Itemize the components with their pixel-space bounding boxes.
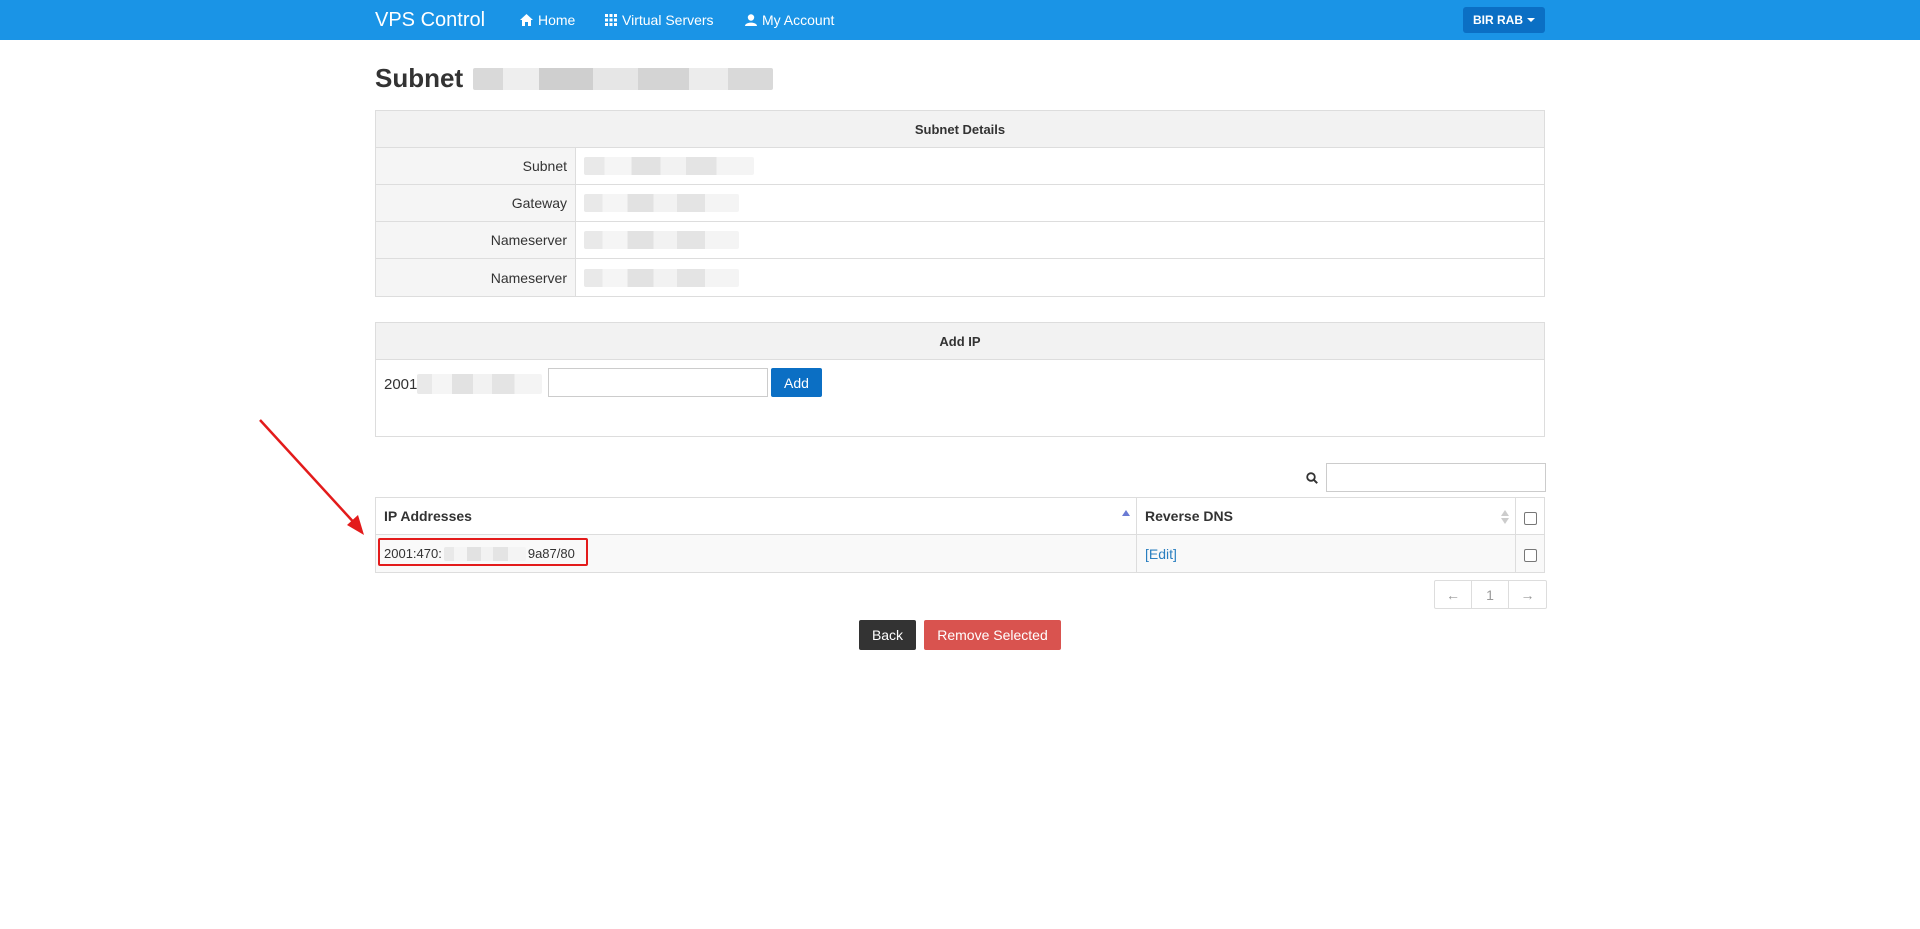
annotation-arrow-icon [259, 419, 364, 535]
prev-page-button[interactable]: ← [1435, 581, 1472, 608]
detail-value [576, 259, 1544, 296]
remove-selected-button[interactable]: Remove Selected [924, 620, 1061, 650]
detail-value [576, 222, 1544, 258]
add-ip-input[interactable] [548, 368, 768, 397]
detail-label: Gateway [376, 185, 576, 221]
table-row: 2001:470: 9a87/80 [Edit] [376, 535, 1544, 572]
redacted-prefix [417, 374, 543, 394]
column-header-label: IP Addresses [384, 508, 472, 524]
sort-ascending-icon [1122, 510, 1130, 516]
ip-address-cell: 2001:470: 9a87/80 [376, 535, 1137, 572]
nav-home-label: Home [538, 12, 576, 28]
reverse-dns-cell: [Edit] [1137, 535, 1516, 572]
select-all-cell [1516, 498, 1544, 534]
nav-virtual-servers-label: Virtual Servers [622, 12, 714, 28]
sort-both-icon [1501, 510, 1509, 524]
grid-icon [605, 14, 617, 26]
detail-row-subnet: Subnet [376, 148, 1544, 185]
search-input[interactable] [1326, 463, 1546, 492]
back-button[interactable]: Back [859, 620, 916, 650]
detail-label: Nameserver [376, 222, 576, 258]
detail-row-gateway: Gateway [376, 185, 1544, 222]
page-number-button[interactable]: 1 [1472, 581, 1509, 608]
add-ip-panel: Add IP 2001 Add [375, 322, 1545, 437]
user-icon [745, 14, 757, 26]
redacted-value [584, 157, 754, 175]
nav-my-account-label: My Account [762, 12, 835, 28]
select-all-checkbox[interactable] [1523, 511, 1537, 525]
detail-label: Nameserver [376, 259, 576, 296]
brand-logo-link[interactable]: VPS Control [375, 9, 485, 32]
pagination: ← 1 → [1434, 580, 1547, 609]
add-ip-body: 2001 Add [376, 360, 1544, 436]
detail-row-nameserver: Nameserver [376, 259, 1544, 296]
subnet-details-table: Subnet Details Subnet Gateway Nameserver… [375, 110, 1545, 297]
top-navbar: VPS Control Home Virtual Servers My Acco… [0, 0, 1920, 40]
home-icon [520, 14, 533, 26]
table-header-row: IP Addresses Reverse DNS [376, 498, 1544, 535]
ip-addresses-table: IP Addresses Reverse DNS 2001:470: 9a87/… [375, 497, 1545, 573]
detail-row-nameserver: Nameserver [376, 222, 1544, 259]
subnet-details-heading: Subnet Details [376, 111, 1544, 148]
page-title-text: Subnet [375, 63, 464, 93]
column-header-reverse-dns[interactable]: Reverse DNS [1137, 498, 1516, 534]
add-ip-button[interactable]: Add [771, 368, 822, 397]
search-icon [1306, 471, 1318, 484]
user-menu-label: BIR RAB [1473, 13, 1523, 27]
next-page-button[interactable]: → [1509, 581, 1546, 608]
column-header-label: Reverse DNS [1145, 508, 1233, 524]
redacted-value [584, 194, 739, 212]
nav-virtual-servers-link[interactable]: Virtual Servers [605, 12, 714, 28]
page-title: Subnet [375, 63, 774, 94]
edit-reverse-dns-link[interactable]: [Edit] [1145, 546, 1177, 562]
table-search [1306, 463, 1546, 492]
nav-my-account-link[interactable]: My Account [745, 12, 834, 28]
ip-prefix-text: 2001 [384, 375, 418, 393]
detail-value [576, 148, 1544, 184]
annotation-highlight-box [378, 538, 588, 566]
navbar-container: VPS Control Home Virtual Servers My Acco… [375, 0, 1545, 40]
column-header-ip-addresses[interactable]: IP Addresses [376, 498, 1137, 534]
user-menu-dropdown[interactable]: BIR RAB [1463, 7, 1545, 33]
detail-label: Subnet [376, 148, 576, 184]
redacted-subnet-address [473, 67, 774, 90]
row-select-checkbox[interactable] [1523, 549, 1537, 562]
ip-prefix: 2001 [384, 374, 543, 394]
nav-home-link[interactable]: Home [520, 12, 575, 28]
add-ip-heading: Add IP [376, 323, 1544, 360]
caret-down-icon [1527, 18, 1535, 22]
detail-value [576, 185, 1544, 221]
row-select-cell [1516, 535, 1544, 572]
redacted-value [584, 268, 739, 287]
redacted-value [584, 231, 739, 249]
